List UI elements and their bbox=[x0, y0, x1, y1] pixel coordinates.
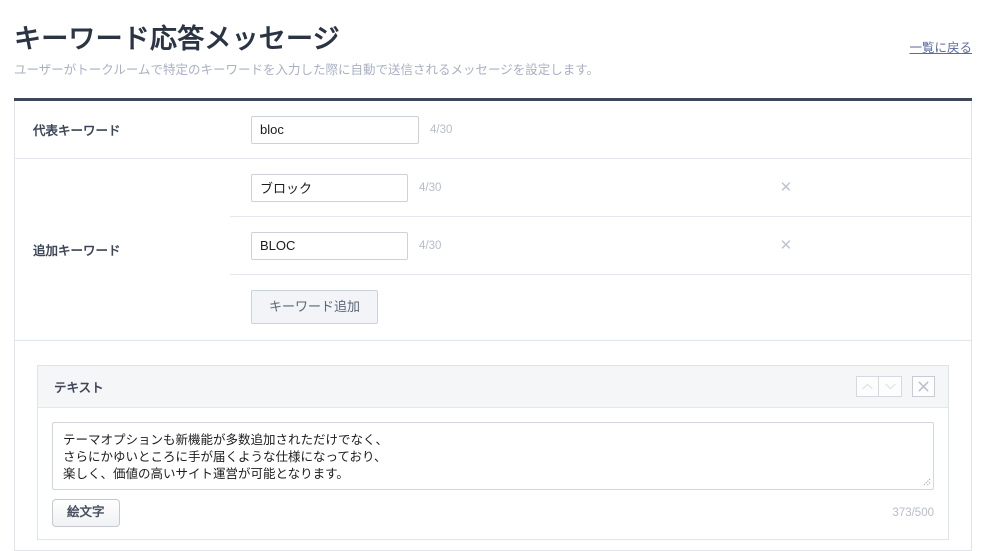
back-to-list-link[interactable]: 一覧に戻る bbox=[909, 37, 972, 56]
add-keyword-cell: キーワード追加 bbox=[230, 275, 972, 341]
additional-keyword-counter-1: 4/30 bbox=[419, 181, 442, 194]
text-block-title: テキスト bbox=[54, 381, 104, 395]
close-icon[interactable]: ✕ bbox=[780, 238, 793, 253]
close-icon[interactable]: ✕ bbox=[780, 180, 793, 195]
main-keyword-input[interactable] bbox=[251, 115, 419, 144]
additional-keyword-label: 追加キーワード bbox=[33, 244, 121, 258]
additional-keyword-counter-2: 4/30 bbox=[419, 239, 442, 252]
keyword-form-table: 代表キーワード 4/30 追加キーワード 4/30 ✕ bbox=[14, 98, 972, 341]
table-row-main-keyword: 代表キーワード 4/30 bbox=[15, 100, 972, 159]
message-char-counter: 373/500 bbox=[892, 507, 934, 519]
emoji-button[interactable]: 絵文字 bbox=[52, 499, 120, 527]
text-block-header: テキスト bbox=[38, 366, 948, 408]
page-header: キーワード応答メッセージ ユーザーがトークルームで特定のキーワードを入力した際に… bbox=[0, 0, 986, 79]
additional-keyword-delete-cell-2: ✕ bbox=[601, 217, 972, 275]
additional-keyword-input-1[interactable] bbox=[251, 173, 408, 202]
main-keyword-counter: 4/30 bbox=[430, 123, 453, 136]
main-keyword-label: 代表キーワード bbox=[33, 124, 121, 138]
table-row-additional-keyword-1: 追加キーワード 4/30 ✕ bbox=[14, 158, 972, 258]
main-keyword-cell: 4/30 bbox=[230, 100, 972, 159]
text-block-body bbox=[38, 408, 948, 490]
chevron-up-icon bbox=[862, 383, 873, 390]
page-root: キーワード応答メッセージ ユーザーがトークルームで特定のキーワードを入力した際に… bbox=[0, 0, 986, 551]
chevron-down-icon bbox=[884, 383, 896, 390]
additional-keyword-cell-1: 4/30 bbox=[230, 159, 601, 217]
move-block-down-button[interactable] bbox=[879, 376, 902, 397]
page-subtitle: ユーザーがトークルームで特定のキーワードを入力した際に自動で送信されるメッセージ… bbox=[14, 63, 600, 77]
additional-keyword-input-2[interactable] bbox=[251, 231, 408, 260]
close-icon bbox=[918, 381, 929, 392]
add-keyword-button[interactable]: キーワード追加 bbox=[251, 290, 379, 324]
additional-keyword-delete-cell-1: ✕ bbox=[601, 159, 972, 217]
text-block-footer: 絵文字 373/500 bbox=[38, 490, 948, 539]
text-block-card: テキスト テーマオプションも新機能が多数追加されただけでなく、 さらにかゆいとこ… bbox=[37, 365, 949, 540]
message-textarea[interactable] bbox=[52, 422, 934, 490]
message-section: テキスト テーマオプションも新機能が多数追加されただけでなく、 さらにかゆいとこ… bbox=[14, 341, 972, 551]
remove-block-button[interactable] bbox=[912, 376, 935, 397]
text-block-controls bbox=[856, 376, 935, 397]
move-block-up-button[interactable] bbox=[856, 376, 879, 397]
page-title: キーワード応答メッセージ bbox=[14, 24, 340, 54]
additional-keyword-cell-2: 4/30 bbox=[230, 217, 601, 275]
